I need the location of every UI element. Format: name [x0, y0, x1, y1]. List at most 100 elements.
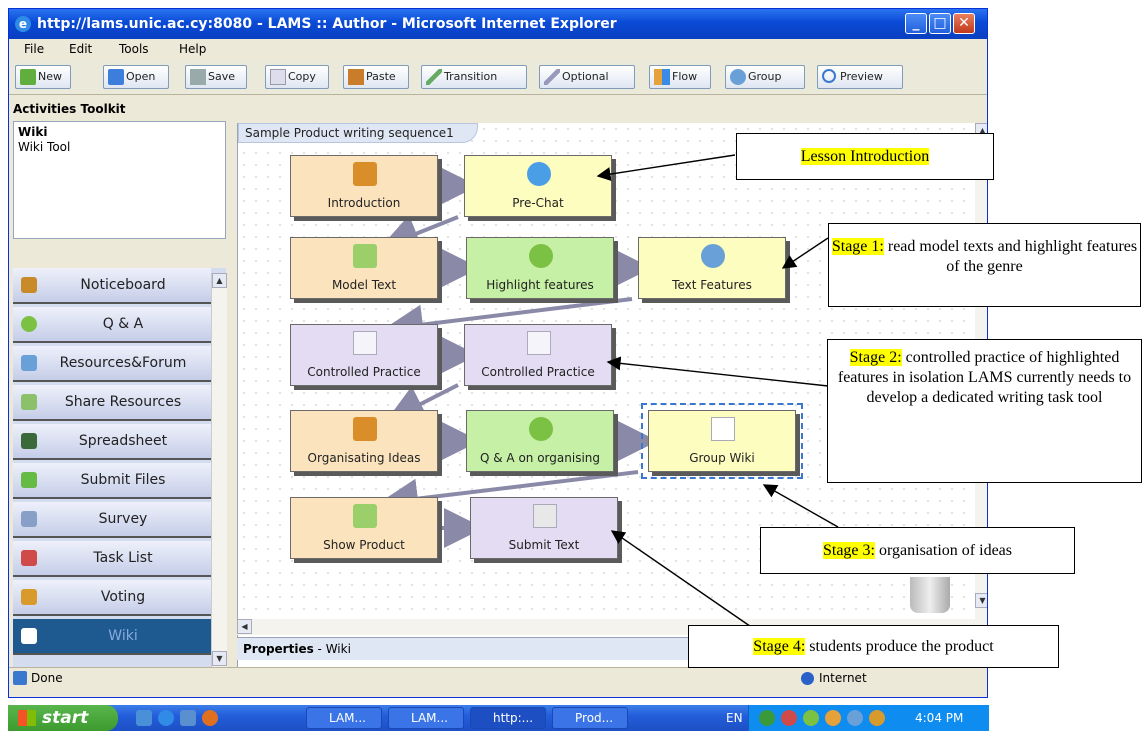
task-list-icon [21, 550, 37, 566]
activity-pre-chat[interactable]: Pre-Chat [464, 155, 612, 217]
minimize-button[interactable]: _ [905, 13, 927, 34]
title-bar[interactable]: e http://lams.unic.ac.cy:8080 - LAMS :: … [9, 9, 987, 39]
new-button[interactable]: New [15, 65, 71, 89]
tool-item-resources-forum[interactable]: Resources&Forum [13, 346, 211, 382]
survey-list-icon [527, 331, 551, 355]
activity-show-product[interactable]: Show Product [290, 497, 438, 559]
internet-explorer-icon[interactable] [158, 710, 174, 726]
status-text: Done [31, 671, 63, 685]
media-icon[interactable] [180, 710, 196, 726]
open-folder-icon [108, 69, 124, 85]
properties-value: Wiki [325, 642, 351, 656]
scroll-down-arrow[interactable]: ▼ [975, 593, 987, 608]
optional-pen-icon [544, 69, 560, 85]
tool-item-spreadsheet[interactable]: Spreadsheet [13, 424, 211, 460]
activity-organisating-ideas[interactable]: Organisating Ideas [290, 410, 438, 472]
wiki-icon [711, 417, 735, 441]
security-zone: Internet [819, 671, 867, 685]
menu-edit[interactable]: Edit [69, 42, 92, 56]
activity-qa-on-organising[interactable]: Q & A on organising [466, 410, 614, 472]
tray-icon[interactable] [759, 710, 775, 726]
scroll-up-arrow[interactable]: ▲ [212, 273, 227, 288]
tool-item-noticeboard[interactable]: Noticeboard [13, 268, 211, 304]
start-button[interactable]: start [8, 705, 118, 731]
wiki-icon [21, 628, 37, 644]
activity-model-text[interactable]: Model Text [290, 237, 438, 299]
messenger-icon[interactable] [202, 710, 218, 726]
taskbar-item-lams-2[interactable]: LAM... [388, 707, 464, 729]
activity-controlled-practice-1[interactable]: Controlled Practice [290, 324, 438, 386]
activity-group-wiki[interactable]: Group Wiki [641, 403, 803, 479]
tool-list: Noticeboard Q & A Resources&Forum Share … [13, 268, 226, 668]
optional-button[interactable]: Optional [539, 65, 635, 89]
tool-item-share-resources[interactable]: Share Resources [13, 385, 211, 421]
group-icon [730, 69, 746, 85]
copy-button[interactable]: Copy [265, 65, 329, 89]
tool-list-scrollbar[interactable]: ▲ ▼ [211, 273, 227, 668]
callout-stage-4: Stage 4: students produce the product [688, 625, 1059, 668]
activity-submit-text[interactable]: Submit Text [470, 497, 618, 559]
copy-icon [270, 69, 286, 85]
share-resources-icon [353, 244, 377, 268]
group-button[interactable]: Group [725, 65, 805, 89]
menu-tools[interactable]: Tools [119, 42, 149, 56]
system-clock[interactable]: 4:04 PM [915, 711, 963, 725]
menu-file[interactable]: File [24, 42, 44, 56]
tool-description-text: Wiki Tool [18, 140, 71, 154]
tool-item-wiki[interactable]: Wiki [13, 619, 211, 655]
taskbar-item-http[interactable]: http:... [470, 707, 546, 729]
taskbar-item-prod[interactable]: Prod... [552, 707, 628, 729]
tool-item-task-list[interactable]: Task List [13, 541, 211, 577]
scroll-down-arrow[interactable]: ▼ [212, 651, 227, 666]
preview-button[interactable]: Preview [817, 65, 903, 89]
open-button[interactable]: Open [103, 65, 169, 89]
page-done-icon [13, 671, 27, 685]
toolkit-header: Activities Toolkit [13, 102, 126, 116]
tool-item-qa[interactable]: Q & A [13, 307, 211, 343]
globe-icon [801, 672, 814, 685]
taskbar-item-lams-1[interactable]: LAM... [306, 707, 382, 729]
flow-icon [654, 69, 670, 85]
language-indicator[interactable]: EN [726, 711, 743, 725]
tray-icon[interactable] [847, 710, 863, 726]
callout-stage-1: Stage 1: read model texts and highlight … [828, 223, 1141, 307]
survey-icon [21, 511, 37, 527]
paste-button[interactable]: Paste [343, 65, 409, 89]
maximize-button[interactable]: □ [929, 13, 951, 34]
tray-icon[interactable] [869, 710, 885, 726]
scroll-left-arrow[interactable]: ◀ [237, 619, 252, 634]
tray-icon[interactable] [781, 710, 797, 726]
transition-button[interactable]: Transition [421, 65, 527, 89]
properties-label: Properties [243, 642, 314, 656]
new-icon [20, 69, 36, 85]
question-icon [529, 244, 553, 268]
menu-help[interactable]: Help [179, 42, 206, 56]
show-desktop-icon[interactable] [136, 710, 152, 726]
callout-stage-2: Stage 2: controlled practice of highligh… [827, 339, 1142, 483]
tray-icon[interactable] [803, 710, 819, 726]
flow-button[interactable]: Flow [649, 65, 711, 89]
question-icon [529, 417, 553, 441]
submit-arrow-icon [533, 504, 557, 528]
activity-controlled-practice-2[interactable]: Controlled Practice [464, 324, 612, 386]
tool-item-survey[interactable]: Survey [13, 502, 211, 538]
share-resources-icon [21, 394, 37, 410]
activity-text-features[interactable]: Text Features [638, 237, 786, 299]
callout-lesson-introduction: Lesson Introduction [736, 133, 994, 180]
resources-forum-icon [21, 355, 37, 371]
activity-introduction[interactable]: Introduction [290, 155, 438, 217]
trash-bin-icon[interactable] [910, 577, 950, 613]
menu-bar: File Edit Tools Help [9, 39, 987, 59]
activity-highlight-features[interactable]: Highlight features [466, 237, 614, 299]
transition-arrow [383, 297, 633, 345]
spreadsheet-icon [21, 433, 37, 449]
transition-arrow [385, 383, 459, 423]
close-button[interactable]: ✕ [953, 13, 975, 34]
tool-item-voting[interactable]: Voting [13, 580, 211, 616]
tray-icon[interactable] [825, 710, 841, 726]
noticeboard-icon [21, 277, 37, 293]
save-button[interactable]: Save [185, 65, 247, 89]
tool-item-submit-files[interactable]: Submit Files [13, 463, 211, 499]
noticeboard-icon [353, 162, 377, 186]
tool-description-box: Wiki Wiki Tool [13, 121, 226, 239]
